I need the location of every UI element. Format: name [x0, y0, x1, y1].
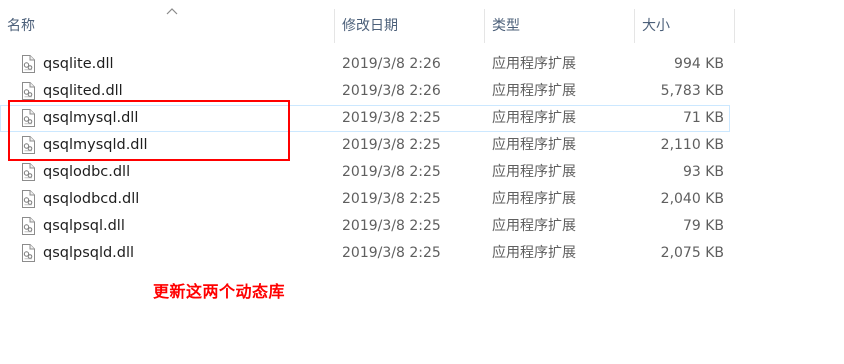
column-header-date[interactable]: 修改日期	[334, 9, 484, 43]
file-modified-date: 2019/3/8 2:26	[342, 56, 441, 72]
dll-file-icon	[22, 244, 35, 262]
file-name: qsqlpsqld.dll	[43, 245, 135, 261]
column-header-date-label: 修改日期	[342, 18, 398, 34]
file-size: 2,040 KB	[660, 191, 724, 207]
file-size: 71 KB	[682, 110, 724, 126]
file-type: 应用程序扩展	[492, 218, 576, 234]
file-modified-date: 2019/3/8 2:25	[342, 191, 441, 207]
file-name: qsqlite.dll	[43, 56, 114, 72]
column-header-size-label: 大小	[642, 18, 670, 34]
column-header-size[interactable]: 大小	[634, 9, 735, 43]
column-header-type[interactable]: 类型	[484, 9, 634, 43]
dll-file-icon	[22, 82, 35, 100]
file-row[interactable]: qsqlpsql.dll 2019/3/8 2:25 应用程序扩展 79 KB	[0, 213, 730, 240]
annotation-highlight-box	[8, 100, 290, 161]
column-header-bar: 名称 修改日期 类型 大小	[0, 8, 735, 43]
file-size: 93 KB	[682, 164, 724, 180]
file-size: 2,110 KB	[660, 137, 724, 153]
file-type: 应用程序扩展	[492, 110, 576, 126]
dll-file-icon	[22, 190, 35, 208]
file-type: 应用程序扩展	[492, 245, 576, 261]
file-name: qsqlodbc.dll	[43, 164, 131, 180]
file-type: 应用程序扩展	[492, 83, 576, 99]
column-header-name-label: 名称	[7, 18, 35, 34]
file-modified-date: 2019/3/8 2:25	[342, 110, 441, 126]
file-row[interactable]: qsqlpsqld.dll 2019/3/8 2:25 应用程序扩展 2,075…	[0, 240, 730, 267]
file-explorer: 名称 修改日期 类型 大小 qsqlite.dll 2019/3/8 2:26 …	[0, 0, 844, 364]
file-row[interactable]: qsqlodbcd.dll 2019/3/8 2:25 应用程序扩展 2,040…	[0, 186, 730, 213]
file-size: 79 KB	[682, 218, 724, 234]
file-modified-date: 2019/3/8 2:25	[342, 245, 441, 261]
column-header-name[interactable]: 名称	[0, 8, 334, 43]
file-type: 应用程序扩展	[492, 56, 576, 72]
dll-file-icon	[22, 217, 35, 235]
file-modified-date: 2019/3/8 2:25	[342, 218, 441, 234]
file-size: 5,783 KB	[660, 83, 724, 99]
file-name: qsqlpsql.dll	[43, 218, 125, 234]
file-type: 应用程序扩展	[492, 164, 576, 180]
file-name: qsqlodbcd.dll	[43, 191, 140, 207]
file-size: 994 KB	[674, 56, 724, 72]
file-type: 应用程序扩展	[492, 191, 576, 207]
file-modified-date: 2019/3/8 2:25	[342, 164, 441, 180]
dll-file-icon	[22, 163, 35, 181]
dll-file-icon	[22, 55, 35, 73]
file-modified-date: 2019/3/8 2:25	[342, 137, 441, 153]
file-row[interactable]: qsqlodbc.dll 2019/3/8 2:25 应用程序扩展 93 KB	[0, 159, 730, 186]
annotation-note: 更新这两个动态库	[153, 282, 286, 301]
file-type: 应用程序扩展	[492, 137, 576, 153]
file-modified-date: 2019/3/8 2:26	[342, 83, 441, 99]
file-row[interactable]: qsqlite.dll 2019/3/8 2:26 应用程序扩展 994 KB	[0, 51, 730, 78]
column-header-type-label: 类型	[492, 18, 520, 34]
chevron-up-icon	[166, 8, 178, 15]
file-size: 2,075 KB	[660, 245, 724, 261]
